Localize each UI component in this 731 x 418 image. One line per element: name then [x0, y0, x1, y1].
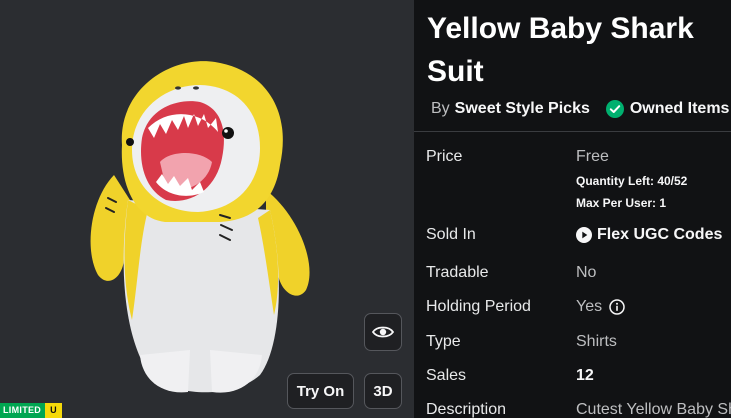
- info-icon[interactable]: [609, 299, 625, 315]
- price-value: Free: [576, 148, 609, 165]
- sold-in-link[interactable]: Flex UGC Codes: [576, 226, 722, 244]
- item-details: Yellow Baby Shark Suit By Sweet Style Pi…: [414, 0, 731, 418]
- divider: [414, 131, 731, 132]
- shark-suit-thumbnail: [90, 61, 310, 393]
- description-value: Cutest Yellow Baby Sh: [576, 401, 731, 418]
- try-on-button[interactable]: Try On: [287, 373, 354, 409]
- sales-label: Sales: [426, 367, 467, 384]
- holding-period-value-row: Yes: [576, 298, 625, 316]
- sales-value: 12: [576, 367, 594, 384]
- holding-period-value: Yes: [576, 298, 603, 315]
- owned-items-link[interactable]: Owned Items ((: [605, 100, 731, 118]
- limited-u-label: U: [45, 403, 62, 418]
- sold-in-value: Flex UGC Codes: [597, 226, 723, 243]
- tradable-value: No: [576, 264, 597, 281]
- price-label: Price: [426, 148, 463, 165]
- owned-items-label: Owned Items ((: [629, 100, 731, 117]
- sold-in-label: Sold In: [426, 226, 476, 243]
- limited-badge: LIMITED U: [0, 403, 62, 418]
- check-circle-icon: [605, 100, 624, 118]
- by-label: By: [431, 100, 450, 117]
- type-value[interactable]: Shirts: [576, 333, 617, 351]
- item-preview[interactable]: Try On 3D LIMITED U: [0, 0, 414, 418]
- max-per-user: Max Per User: 1: [576, 196, 667, 210]
- quantity-left: Quantity Left: 40/52: [576, 174, 688, 188]
- byline: By Sweet Style Picks Owned Items ((: [431, 100, 731, 118]
- eye-icon: [372, 326, 394, 338]
- holding-period-label: Holding Period: [426, 298, 531, 315]
- creator-link[interactable]: Sweet Style Picks: [455, 100, 590, 118]
- description-label: Description: [426, 401, 507, 418]
- limited-label: LIMITED: [0, 403, 46, 418]
- item-title: Yellow Baby Shark Suit: [427, 12, 694, 88]
- eye-button[interactable]: [364, 313, 402, 351]
- type-label: Type: [426, 333, 461, 350]
- 3d-button[interactable]: 3D: [364, 373, 402, 409]
- tradable-label: Tradable: [426, 264, 489, 281]
- play-circle-icon: [576, 227, 592, 243]
